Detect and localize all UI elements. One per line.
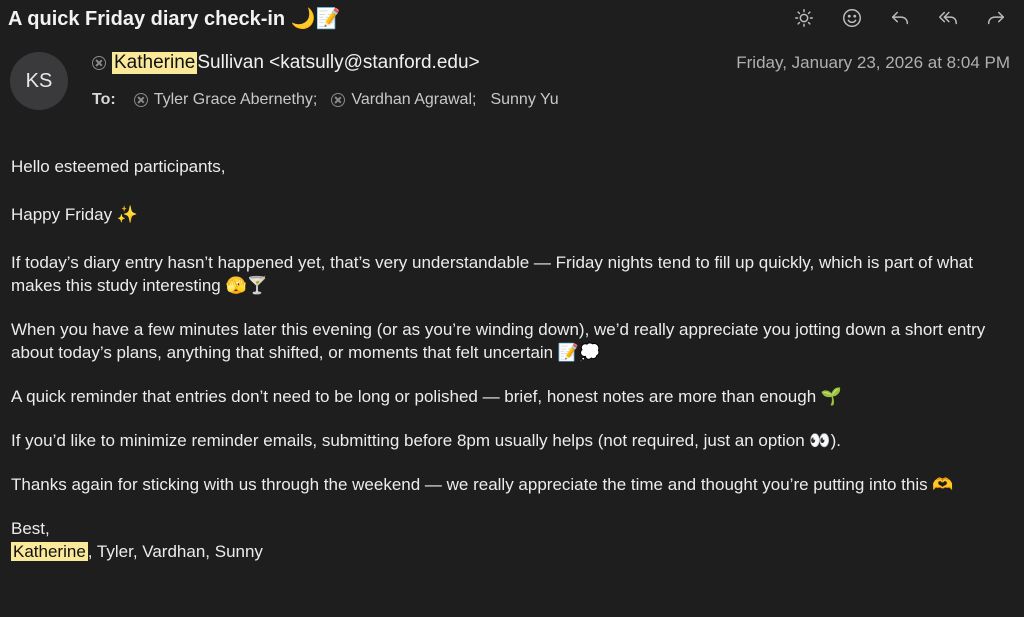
smiley-icon[interactable] [834,6,870,30]
recipient-name: Tyler Grace Abernethy; [153,91,318,108]
reply-all-icon[interactable] [930,6,966,30]
remove-recipient-icon[interactable] [133,93,148,107]
remove-contact-icon[interactable] [92,56,106,70]
body-paragraph: If you’d like to minimize reminder email… [11,431,841,450]
email-body: Hello esteemed participants, Happy Frida… [11,155,1011,563]
to-label: To: [92,91,116,108]
recipient-name: Vardhan Agrawal; [351,91,477,108]
recipient-chip[interactable]: Tyler Grace Abernethy; [133,91,318,109]
body-happy-friday: Happy Friday ✨ [11,205,138,224]
body-signoff: Best, [11,519,50,538]
sender-line[interactable]: Katherine Sullivan <katsully@stanford.ed… [92,52,480,74]
reply-icon[interactable] [882,6,918,30]
message-toolbar [786,6,1014,30]
sender-avatar: KS [10,52,68,110]
sender-first-name-highlight: Katherine [112,52,198,74]
signature-names: , Tyler, Vardhan, Sunny [87,542,263,561]
recipients-line: To: Tyler Grace Abernethy; Vardhan Agraw… [92,91,573,109]
recipient-chip[interactable]: Sunny Yu [490,91,558,109]
sender-name-email: Sullivan <katsully@stanford.edu> [197,52,480,73]
email-date: Friday, January 23, 2026 at 8:04 PM [736,53,1010,72]
remove-recipient-icon[interactable] [331,93,346,107]
body-signature: Katherine, Tyler, Vardhan, Sunny [11,540,1011,563]
body-greeting: Hello esteemed participants, [11,157,226,176]
signature-highlight: Katherine [11,542,88,561]
email-window: A quick Friday diary check-in 🌙📝 KS Kath… [0,0,1024,617]
body-paragraph: Thanks again for sticking with us throug… [11,475,954,494]
body-paragraph: When you have a few minutes later this e… [11,320,986,362]
email-subject: A quick Friday diary check-in 🌙📝 [8,8,341,30]
body-paragraph: If today’s diary entry hasn’t happened y… [11,253,973,295]
forward-icon[interactable] [978,6,1014,30]
recipient-name: Sunny Yu [490,91,559,108]
sun-icon[interactable] [786,6,822,30]
recipient-chip[interactable]: Vardhan Agrawal; [331,91,476,109]
body-paragraph: A quick reminder that entries don’t need… [11,387,843,406]
